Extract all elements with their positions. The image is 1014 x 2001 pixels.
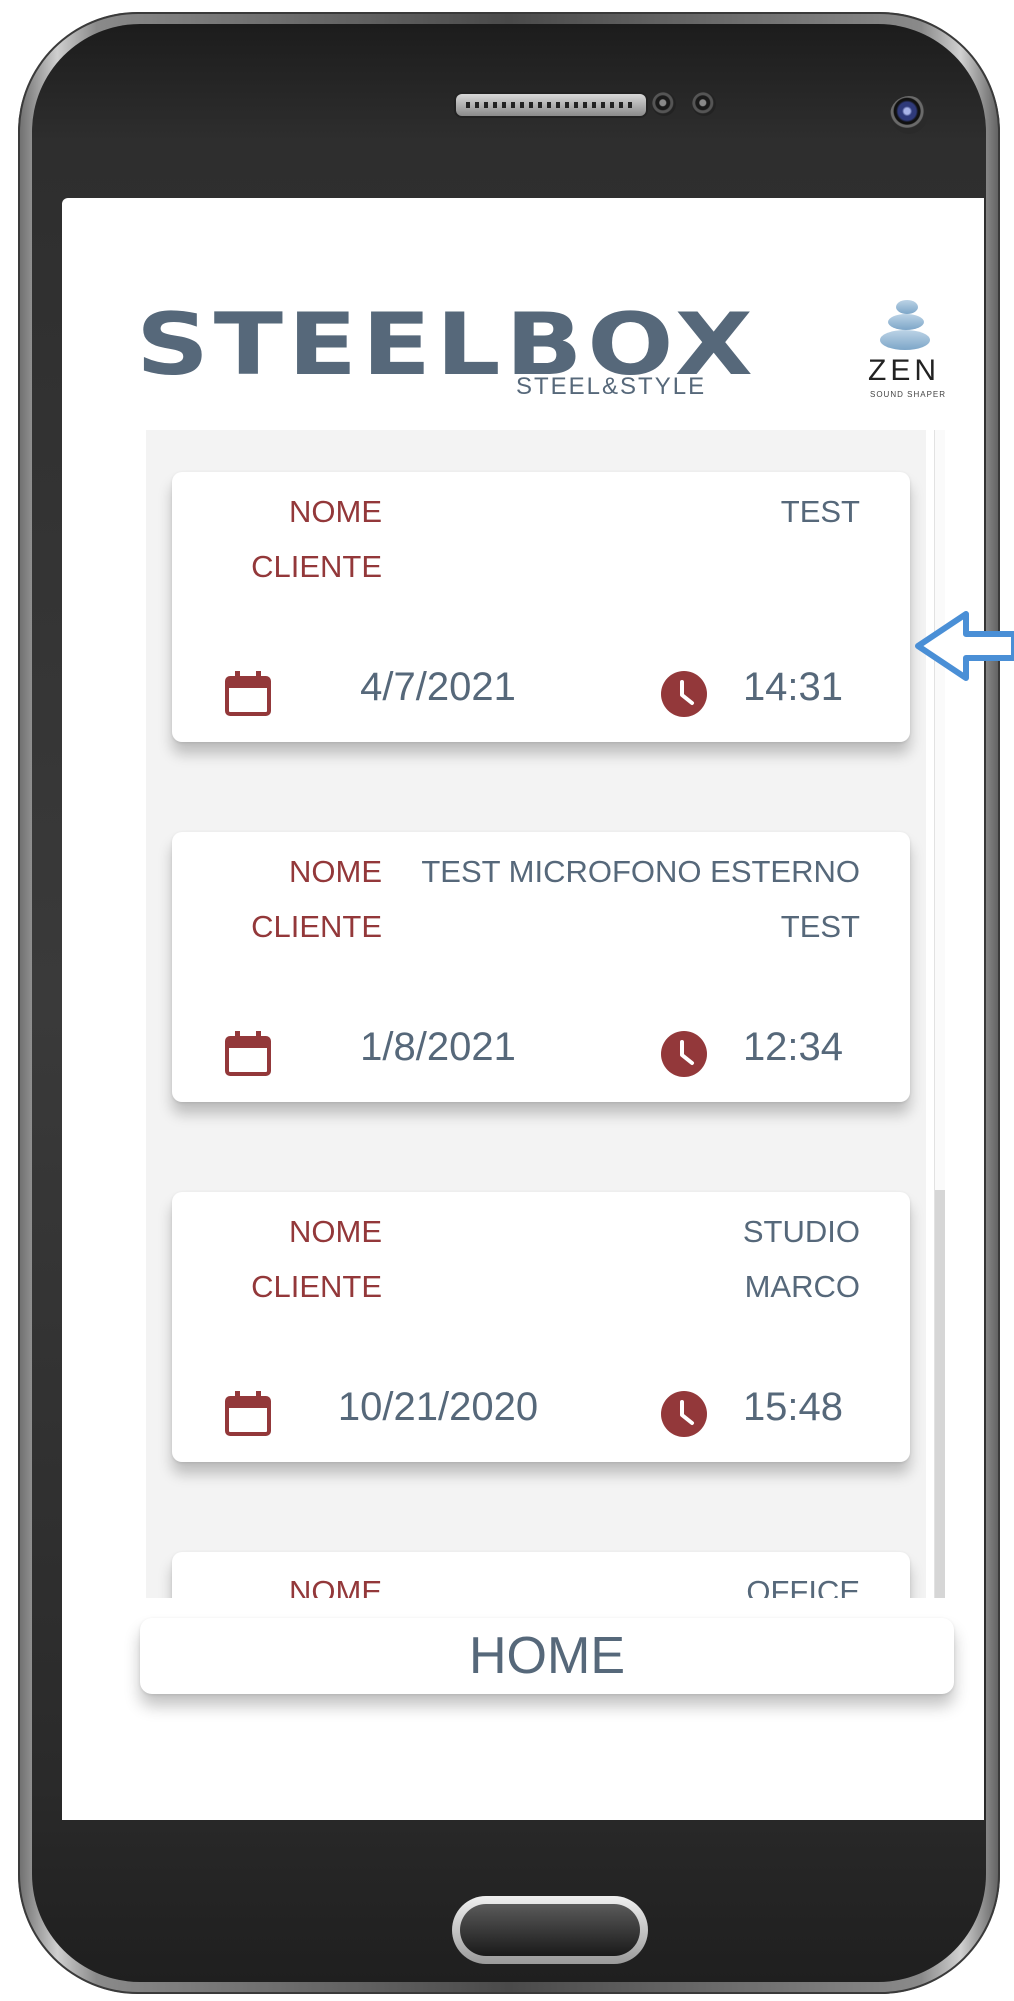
speaker-grille: [456, 94, 646, 116]
session-client: TEST: [780, 909, 860, 944]
session-card[interactable]: NOME TEST MICROFONO ESTERNO CLIENTE TEST…: [172, 832, 910, 1102]
session-card[interactable]: NOME STUDIO CLIENTE MARCO 10/21/2020 15:…: [172, 1192, 910, 1462]
zen-stone-icon: [896, 300, 918, 314]
session-date: 1/8/2021: [360, 1025, 516, 1069]
session-name: STUDIO: [742, 1214, 860, 1249]
name-label: NOME: [289, 494, 382, 529]
name-label: NOME: [289, 854, 382, 889]
partner-tagline: SOUND SHAPER: [870, 390, 947, 399]
zen-stone-icon: [888, 314, 924, 330]
session-time: 15:48: [742, 1385, 844, 1429]
session-date: 4/7/2021: [360, 665, 516, 709]
home-button[interactable]: HOME: [140, 1618, 954, 1694]
session-client: MARCO: [744, 1269, 860, 1304]
client-label: CLIENTE: [251, 909, 382, 944]
partner-name: ZEN: [868, 354, 940, 387]
arrow-left-icon: [915, 611, 1014, 681]
session-card[interactable]: NOME OFFICE: [172, 1552, 910, 1598]
front-camera: [890, 96, 928, 134]
clock-icon: [661, 1031, 707, 1077]
calendar-icon: [225, 1391, 271, 1436]
client-label: CLIENTE: [251, 1269, 382, 1304]
app-screen: STEELBOX STEEL&STYLE ZEN SOUND SHAPER NO…: [62, 198, 984, 1820]
zen-stone-icon: [880, 330, 930, 350]
brand-tagline: STEEL&STYLE: [516, 373, 707, 400]
session-date: 10/21/2020: [337, 1385, 539, 1429]
session-name: OFFICE: [746, 1574, 860, 1598]
session-card[interactable]: NOME TEST CLIENTE 4/7/2021 14:31: [172, 472, 910, 742]
list-scrollbar[interactable]: [934, 430, 945, 1598]
session-name: TEST MICROFONO ESTERNO: [421, 854, 860, 889]
calendar-icon: [225, 1031, 271, 1076]
calendar-icon: [225, 671, 271, 716]
client-label: CLIENTE: [251, 549, 382, 584]
scrollbar-thumb[interactable]: [935, 1190, 945, 1598]
clock-icon: [661, 1391, 707, 1437]
session-time: 14:31: [742, 665, 844, 709]
zen-logo: ZEN SOUND SHAPER: [858, 300, 958, 410]
name-label: NOME: [289, 1574, 382, 1598]
proximity-sensor: [652, 92, 676, 116]
light-sensor: [692, 92, 716, 116]
clock-icon: [661, 671, 707, 717]
session-time: 12:34: [742, 1025, 844, 1069]
session-list[interactable]: NOME TEST CLIENTE 4/7/2021 14:31 NOME TE…: [146, 430, 926, 1598]
session-name: TEST: [780, 494, 860, 529]
hardware-home-button[interactable]: [452, 1896, 648, 1964]
name-label: NOME: [289, 1214, 382, 1249]
steelbox-logo: STEELBOX STEEL&STYLE: [136, 302, 756, 402]
